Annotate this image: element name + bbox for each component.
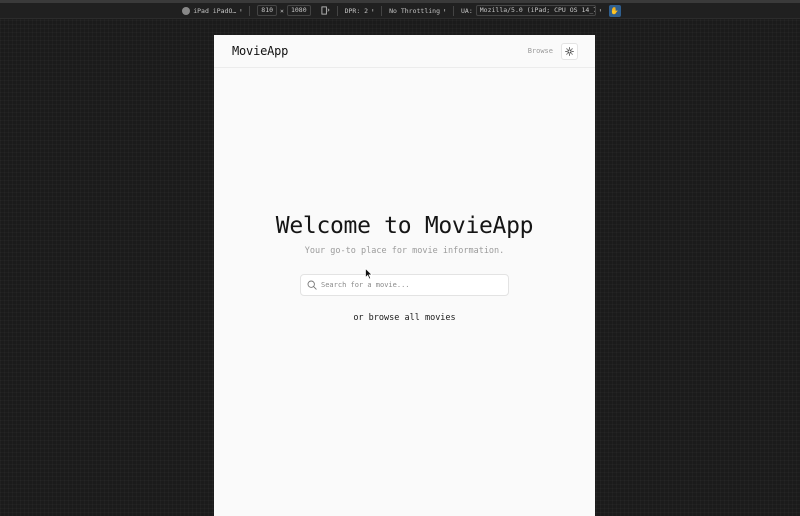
width-input[interactable]: 810 [257, 5, 278, 16]
divider [453, 5, 454, 16]
device-selector[interactable]: iPad iPadO… ⬍ [179, 5, 245, 17]
dpr-label: DPR: 2 [344, 6, 369, 15]
dpr-selector[interactable]: DPR: 2 ⬍ [342, 5, 378, 17]
throttling-selector[interactable]: No Throttling ⬍ [386, 5, 449, 17]
ua-label: UA: [461, 6, 473, 15]
browse-all-link[interactable]: or browse all movies [214, 313, 595, 323]
rotate-icon [321, 6, 330, 15]
search-box[interactable] [300, 274, 509, 296]
height-input[interactable]: 1080 [286, 5, 311, 16]
hero-subtitle: Your go-to place for movie information. [304, 246, 505, 256]
page-viewport: MovieApp Browse Welcome to MovieApp Your… [214, 35, 595, 516]
browse-link[interactable]: Browse [528, 47, 553, 55]
user-agent: UA: Mozilla/5.0 (iPad; CPU OS 14_7_1 ⬍ [458, 5, 605, 17]
sun-icon [565, 46, 574, 56]
header-nav: Browse [528, 42, 578, 60]
theme-toggle-button[interactable] [561, 42, 578, 60]
search-input[interactable] [321, 281, 501, 289]
chevron-down-icon: ⬍ [442, 7, 446, 14]
divider [381, 5, 383, 16]
rotate-button[interactable] [318, 5, 333, 17]
chevron-down-icon: ⬍ [239, 7, 243, 14]
app-header: MovieApp Browse [214, 35, 595, 68]
hero-section: Welcome to MovieApp Your go-to place for… [214, 213, 595, 256]
device-toolbar: iPad iPadO… ⬍ 810 × 1080 DPR: 2 ⬍ No Thr… [0, 3, 800, 19]
throttling-label: No Throttling [389, 6, 440, 15]
search-icon [307, 280, 317, 290]
device-icon [182, 6, 191, 15]
chevron-down-icon: ⬍ [371, 7, 375, 14]
dimensions: 810 × 1080 [254, 5, 313, 17]
device-name: iPad iPadO… [193, 6, 237, 15]
hero-title: Welcome to MovieApp [275, 213, 534, 239]
mouse-cursor-icon [365, 268, 373, 280]
divider [336, 5, 338, 16]
chevron-down-icon[interactable]: ⬍ [599, 8, 602, 14]
touch-icon[interactable]: ✋ [608, 4, 621, 17]
divider [249, 5, 251, 16]
times-symbol: × [280, 6, 284, 15]
ua-input[interactable]: Mozilla/5.0 (iPad; CPU OS 14_7_1 [475, 5, 596, 16]
app-logo[interactable]: MovieApp [232, 44, 288, 58]
